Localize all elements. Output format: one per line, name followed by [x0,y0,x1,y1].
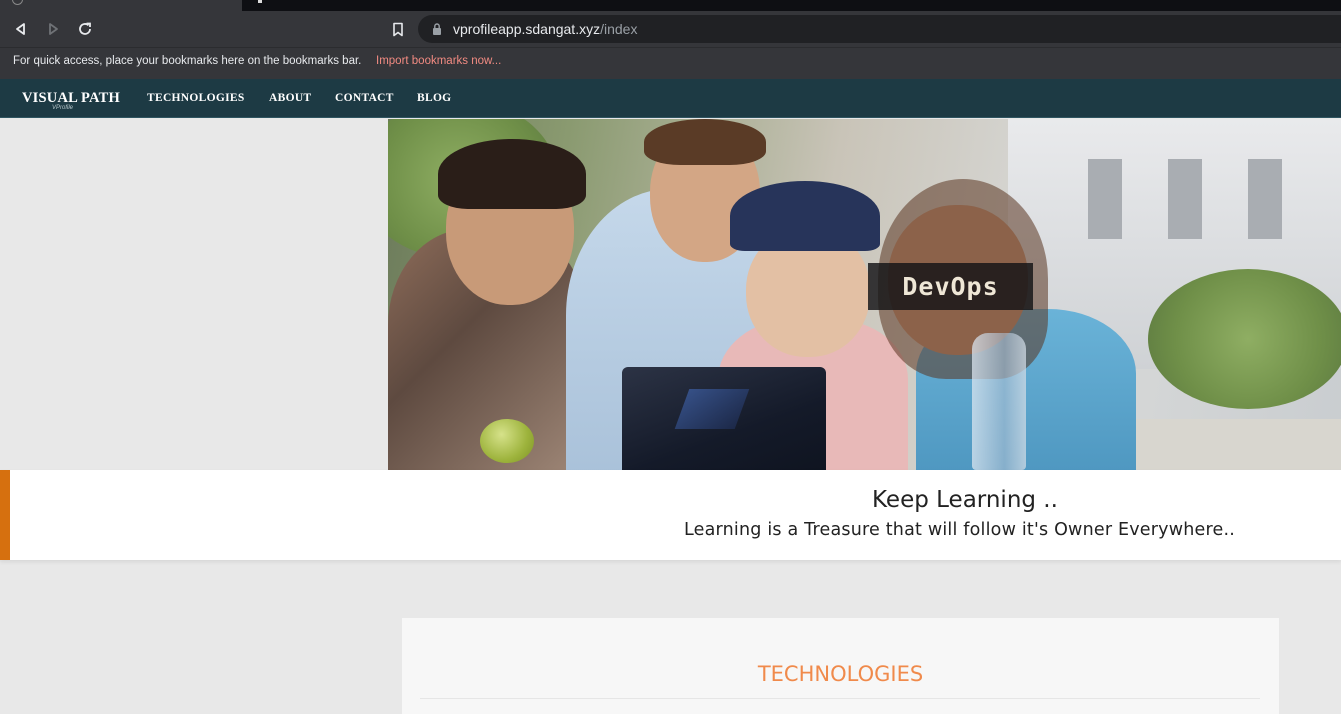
url-text: vprofileapp.sdangat.xyz/index [453,21,637,37]
hero-window [1088,159,1122,239]
bookmarks-bar-message: For quick access, place your bookmarks h… [13,55,362,67]
browser-tab-active[interactable] [0,0,242,11]
hero-water-bottle [972,333,1026,470]
hero-laptop [622,367,826,470]
hero-foliage [1148,269,1341,409]
technologies-heading: TECHNOLOGIES [757,662,924,686]
tab-favicon-icon [12,0,23,5]
hero-person-hair [644,119,766,165]
hero-window [1248,159,1282,239]
url-path: /index [600,21,638,37]
site-navbar: VISUAL PATH VProfile TECHNOLOGIES ABOUT … [0,79,1341,118]
lock-icon [433,23,441,35]
nav-link-technologies[interactable]: TECHNOLOGIES [147,92,245,104]
hero-window [1168,159,1202,239]
hero-image: DevOps [388,119,1341,470]
quote-subtitle: Learning is a Treasure that will follow … [684,520,1235,540]
hero-caption: DevOps [868,263,1033,310]
nav-link-blog[interactable]: BLOG [417,92,451,104]
quote-title: Keep Learning .. [872,487,1058,513]
browser-toolbar: vprofileapp.sdangat.xyz/index [0,11,1341,47]
quote-accent-bar [0,470,10,560]
section-divider [420,698,1260,699]
bookmark-icon[interactable] [386,16,410,42]
address-bar[interactable]: vprofileapp.sdangat.xyz/index [418,15,1341,43]
import-bookmarks-link[interactable]: Import bookmarks now... [376,55,501,67]
url-host: vprofileapp.sdangat.xyz [453,21,601,37]
forward-arrow-icon[interactable] [40,16,66,42]
reload-icon[interactable] [72,16,98,42]
nav-link-about[interactable]: ABOUT [269,92,311,104]
new-tab-button[interactable] [258,0,262,3]
hero-laptop-reflection [674,389,750,429]
browser-tab-strip [0,0,1341,11]
hero-person-hair [438,139,586,209]
hero-apple [480,419,534,463]
bookmarks-bar: For quick access, place your bookmarks h… [0,47,1341,79]
quote-section: Keep Learning .. Learning is a Treasure … [0,470,1341,560]
hero-person-hat [730,181,880,251]
nav-link-contact[interactable]: CONTACT [335,92,394,104]
brand-subtitle: VProfile [52,105,74,111]
technologies-section: TECHNOLOGIES [402,618,1279,714]
back-arrow-icon[interactable] [8,16,34,42]
